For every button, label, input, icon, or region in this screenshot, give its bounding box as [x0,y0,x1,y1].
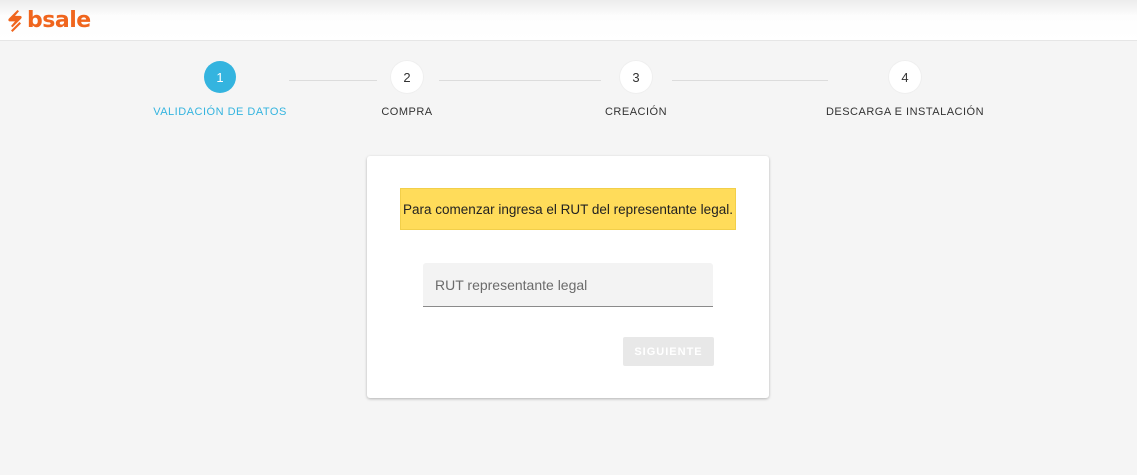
progress-stepper: 1 Validación de datos 2 Compra 3 Creació… [0,0,1137,140]
next-button[interactable]: SIGUIENTE [623,337,714,366]
instruction-notice: Para comenzar ingresa el RUT del represe… [400,188,736,230]
step-number-badge: 3 [620,61,652,93]
step-number-badge: 4 [889,61,921,93]
step-number-badge: 1 [204,61,236,93]
step-creacion: 3 Creación [536,61,736,118]
step-descarga-e-instalacion: 4 Descarga e instalación [805,61,1005,118]
step-number-badge: 2 [391,61,423,93]
rut-field[interactable] [423,263,713,307]
step-label: Compra [381,106,433,118]
step-validacion-de-datos: 1 Validación de datos [120,61,320,118]
step-label: Descarga e instalación [825,106,985,118]
rut-input[interactable] [423,263,713,306]
step-compra: 2 Compra [307,61,507,118]
step-label: Validación de datos [153,106,287,118]
rut-validation-card: Para comenzar ingresa el RUT del represe… [367,156,769,398]
step-label: Creación [604,106,668,118]
